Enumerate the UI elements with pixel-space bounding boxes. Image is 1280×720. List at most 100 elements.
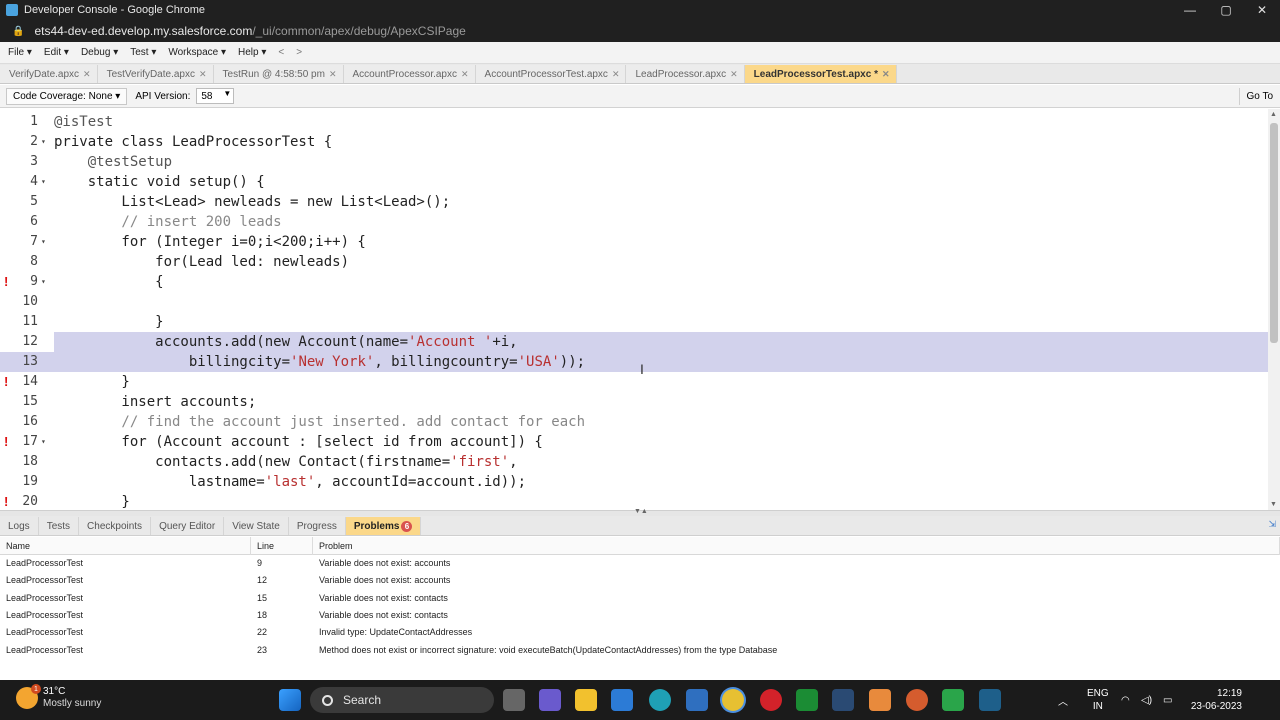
address-bar[interactable]: 🔒 ets44-dev-ed.develop.my.salesforce.com… xyxy=(0,20,1280,42)
app-icon[interactable] xyxy=(869,689,891,711)
table-row[interactable]: LeadProcessorTest 23 Method does not exist… xyxy=(0,642,1280,659)
menu-edit[interactable]: Edit ▾ xyxy=(44,47,69,58)
table-row[interactable]: LeadProcessorTest 18 Variable does not exi… xyxy=(0,607,1280,624)
code-line[interactable]: 4 ▾ static void setup() { xyxy=(0,172,1268,192)
tab-logs[interactable]: Logs xyxy=(0,517,39,535)
fold-toggle-icon[interactable]: ▾ xyxy=(41,432,46,452)
code-line[interactable]: 3 @testSetup xyxy=(0,152,1268,172)
clock[interactable]: 12:19 23-06-2023 xyxy=(1191,687,1242,713)
table-row[interactable]: LeadProcessorTest 9 Variable does not exis… xyxy=(0,555,1280,572)
opera-icon[interactable] xyxy=(760,689,782,711)
tab-close-icon[interactable]: ✕ xyxy=(882,69,890,80)
scroll-down-icon[interactable]: ▼ xyxy=(1270,501,1277,508)
language-indicator[interactable]: ENG IN xyxy=(1087,687,1109,713)
table-row[interactable]: LeadProcessorTest 22 Invalid type: UpdateC… xyxy=(0,624,1280,641)
tab-view-state[interactable]: View State xyxy=(224,517,289,535)
windows-start-icon[interactable] xyxy=(279,689,301,711)
code-editor[interactable]: 1 @isTest 2 ▾ private class LeadProcessorTes… xyxy=(0,109,1280,510)
tab-accountprocessortest[interactable]: AccountProcessorTest.apxc ✕ xyxy=(475,65,627,83)
tab-query-editor[interactable]: Query Editor xyxy=(151,517,225,535)
menu-file[interactable]: File ▾ xyxy=(8,47,32,58)
code-line[interactable]: 1 @isTest xyxy=(0,112,1268,132)
close-button[interactable]: ✕ xyxy=(1244,0,1280,20)
minimize-button[interactable]: — xyxy=(1172,0,1208,20)
task-view-icon[interactable] xyxy=(503,689,525,711)
chat-icon[interactable] xyxy=(539,689,561,711)
collapse-panel-icon[interactable]: ⇲ xyxy=(1268,519,1276,530)
tab-verifydate[interactable]: VerifyDate.apxc ✕ xyxy=(0,65,98,83)
code-line[interactable]: 18 contacts.add(new Contact(firstname='f… xyxy=(0,452,1268,472)
code-line[interactable]: 7 ▾ for (Integer i=0;i<200;i++) { xyxy=(0,232,1268,252)
vscode-icon[interactable] xyxy=(979,689,1001,711)
tab-leadprocessor[interactable]: LeadProcessor.apxc ✕ xyxy=(626,65,745,83)
tab-accountprocessor[interactable]: AccountProcessor.apxc ✕ xyxy=(343,65,476,83)
tab-close-icon[interactable]: ✕ xyxy=(329,69,337,80)
fold-toggle-icon[interactable]: ▾ xyxy=(41,232,46,252)
tab-progress[interactable]: Progress xyxy=(289,517,346,535)
tab-close-icon[interactable]: ✕ xyxy=(730,69,738,80)
code-line[interactable]: 19 lastname='last', accountId=account.id… xyxy=(0,472,1268,492)
code-line[interactable]: 16 // find the account just inserted. ad… xyxy=(0,412,1268,432)
tab-leadprocessortest[interactable]: LeadProcessorTest.apxc * ✕ xyxy=(744,65,897,83)
code-line[interactable]: 2 ▾ private class LeadProcessorTest { xyxy=(0,132,1268,152)
fold-toggle-icon[interactable]: ▾ xyxy=(41,272,46,292)
weather-widget[interactable]: 1 31°C Mostly sunny xyxy=(16,684,101,710)
tray-overflow-icon[interactable]: ︿ xyxy=(1058,680,1068,720)
code-line[interactable]: 10 xyxy=(0,292,1268,312)
scroll-up-icon[interactable]: ▲ xyxy=(1270,111,1277,118)
steam-icon[interactable] xyxy=(832,689,854,711)
table-row[interactable]: LeadProcessorTest 12 Variable does not exi… xyxy=(0,572,1280,589)
code-line[interactable]: 12 accounts.add(new Account(name='Accoun… xyxy=(0,332,1268,352)
tab-testrun[interactable]: TestRun @ 4:58:50 pm ✕ xyxy=(213,65,344,83)
maximize-button[interactable]: ▢ xyxy=(1208,0,1244,20)
code-line[interactable]: ! 14 } xyxy=(0,372,1268,392)
menu-help[interactable]: Help ▾ xyxy=(238,47,266,58)
api-version-select[interactable]: 58 ▼ xyxy=(196,88,235,104)
code-line[interactable]: ! 9 ▾ { xyxy=(0,272,1268,292)
xbox-icon[interactable] xyxy=(796,689,818,711)
code-coverage-dropdown[interactable]: Code Coverage: None ▾ xyxy=(6,87,128,105)
volume-icon[interactable]: ◁) xyxy=(1141,680,1152,720)
tab-checkpoints[interactable]: Checkpoints xyxy=(79,517,152,535)
forward-arrow-icon[interactable]: > xyxy=(296,47,302,58)
splitter-grip-icon[interactable]: ▼▲ xyxy=(634,508,648,515)
tab-close-icon[interactable]: ✕ xyxy=(83,69,91,80)
menu-debug[interactable]: Debug ▾ xyxy=(81,47,118,58)
table-row[interactable]: LeadProcessorTest 15 Variable does not exi… xyxy=(0,590,1280,607)
tab-close-icon[interactable]: ✕ xyxy=(199,69,207,80)
row-name: LeadProcessorTest xyxy=(6,592,84,603)
tab-testverifydate[interactable]: TestVerifyDate.apxc ✕ xyxy=(97,65,214,83)
taskbar-search[interactable]: Search xyxy=(310,687,494,713)
menu-workspace[interactable]: Workspace ▾ xyxy=(168,47,226,58)
column-header-name[interactable]: Name xyxy=(0,537,251,555)
tab-problems[interactable]: Problems 6 xyxy=(345,517,422,535)
mail-icon[interactable] xyxy=(611,689,633,711)
chrome-icon[interactable] xyxy=(722,689,744,711)
edge-icon[interactable] xyxy=(649,689,671,711)
wifi-icon[interactable]: ◠ xyxy=(1121,680,1130,720)
column-header-line[interactable]: Line xyxy=(251,537,313,555)
fold-toggle-icon[interactable]: ▾ xyxy=(41,172,46,192)
code-line[interactable]: 15 insert accounts; xyxy=(0,392,1268,412)
editor-scrollbar[interactable]: ▲ ▼ xyxy=(1268,109,1280,510)
tab-close-icon[interactable]: ✕ xyxy=(612,69,620,80)
back-arrow-icon[interactable]: < xyxy=(278,47,284,58)
fold-toggle-icon[interactable]: ▾ xyxy=(41,132,46,152)
code-line[interactable]: 6 // insert 200 leads xyxy=(0,212,1268,232)
code-line[interactable]: 11 } xyxy=(0,312,1268,332)
code-line[interactable]: ! 17 ▾ for (Account account : [select id f… xyxy=(0,432,1268,452)
tab-close-icon[interactable]: ✕ xyxy=(461,69,469,80)
code-line[interactable]: 8 for(Lead led: newleads) xyxy=(0,252,1268,272)
code-line[interactable]: 13 billingcity='New York', billingcountr… xyxy=(0,352,1268,372)
column-header-problem[interactable]: Problem xyxy=(313,537,1280,555)
file-explorer-icon[interactable] xyxy=(575,689,597,711)
app-icon-2[interactable] xyxy=(906,689,928,711)
excel-icon[interactable] xyxy=(942,689,964,711)
tab-tests[interactable]: Tests xyxy=(39,517,80,535)
menu-test[interactable]: Test ▾ xyxy=(130,47,156,58)
code-line[interactable]: 5 List<Lead> newleads = new List<Lead>()… xyxy=(0,192,1268,212)
battery-icon[interactable]: ▭ xyxy=(1163,680,1172,720)
scrollbar-thumb[interactable] xyxy=(1270,123,1278,343)
store-icon[interactable] xyxy=(686,689,708,711)
goto-button[interactable]: Go To xyxy=(1238,88,1280,105)
